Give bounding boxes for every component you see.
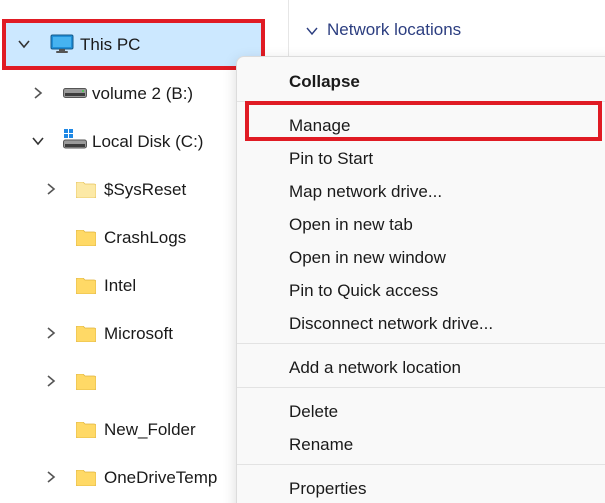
nav-item-label: Intel <box>104 276 137 295</box>
menu-item-label: Pin to Quick access <box>289 281 439 300</box>
chevron-down-icon[interactable] <box>305 24 319 38</box>
menu-item-pin-quick-access[interactable]: Pin to Quick access <box>241 274 605 304</box>
nav-item-unnamed-folder[interactable] <box>0 360 265 404</box>
menu-item-add-network-location[interactable]: Add a network location <box>241 351 605 381</box>
menu-item-disconnect-network-drive[interactable]: Disconnect network drive... <box>241 307 605 337</box>
menu-item-label: Properties <box>289 479 367 498</box>
menu-item-label: Delete <box>289 402 339 421</box>
chevron-right-icon[interactable] <box>44 374 58 388</box>
nav-item-label: volume 2 (B:) <box>92 84 194 103</box>
menu-separator <box>237 464 605 465</box>
nav-item-label: Microsoft <box>104 324 173 343</box>
nav-item-microsoft[interactable]: Microsoft <box>0 312 265 356</box>
menu-item-map-network-drive[interactable]: Map network drive... <box>241 175 605 205</box>
menu-item-pin-to-start[interactable]: Pin to Start <box>241 142 605 172</box>
folder-icon <box>76 422 96 438</box>
menu-separator <box>237 387 605 388</box>
menu-item-delete[interactable]: Delete <box>241 395 605 425</box>
nav-item-volume-2[interactable]: volume 2 (B:) <box>0 72 265 116</box>
chevron-down-icon[interactable] <box>31 134 45 148</box>
context-menu: Collapse Manage Pin to Start Map network… <box>236 56 605 503</box>
menu-item-label: Map network drive... <box>289 182 443 201</box>
manage-highlight <box>245 101 602 141</box>
menu-item-label: Collapse <box>289 72 360 91</box>
folder-icon <box>76 326 96 342</box>
chevron-right-icon[interactable] <box>44 470 58 484</box>
menu-item-label: Rename <box>289 435 354 454</box>
chevron-right-icon[interactable] <box>31 86 45 100</box>
file-explorer-window: This PC volume 2 (B:) Local Disk (C:) $S… <box>0 0 605 503</box>
nav-item-intel[interactable]: Intel <box>0 264 265 308</box>
menu-item-label: Disconnect network drive... <box>289 314 494 333</box>
drive-icon <box>63 88 87 98</box>
menu-separator <box>237 343 605 344</box>
menu-item-label: Open in new tab <box>289 215 413 234</box>
nav-item-label: Local Disk (C:) <box>92 132 204 151</box>
nav-item-new-folder[interactable]: New_Folder <box>0 408 265 452</box>
nav-item-label: OneDriveTemp <box>104 468 218 487</box>
nav-item-label: CrashLogs <box>104 228 187 247</box>
menu-item-collapse[interactable]: Collapse <box>241 65 605 95</box>
menu-item-label: Pin to Start <box>289 149 374 168</box>
nav-item-local-disk-c[interactable]: Local Disk (C:) <box>0 120 265 164</box>
nav-item-onedrivetemp[interactable]: OneDriveTemp <box>0 456 265 500</box>
folder-icon <box>76 470 96 486</box>
nav-item-crashlogs[interactable]: CrashLogs <box>0 216 265 260</box>
windows-drive-icon <box>63 129 87 149</box>
folder-icon <box>76 182 96 198</box>
section-header-label: Network locations <box>327 20 462 39</box>
folder-icon <box>76 374 96 390</box>
folder-icon <box>76 230 96 246</box>
navigation-pane: This PC volume 2 (B:) Local Disk (C:) $S… <box>0 0 272 503</box>
nav-item-sysreset[interactable]: $SysReset <box>0 168 265 212</box>
nav-item-label: New_Folder <box>104 420 196 439</box>
menu-item-label: Open in new window <box>289 248 446 267</box>
menu-item-label: Add a network location <box>289 358 461 377</box>
menu-item-open-new-tab[interactable]: Open in new tab <box>241 208 605 238</box>
menu-item-properties[interactable]: Properties <box>241 472 605 502</box>
menu-item-open-new-window[interactable]: Open in new window <box>241 241 605 271</box>
chevron-right-icon[interactable] <box>44 326 58 340</box>
folder-icon <box>76 278 96 294</box>
chevron-right-icon[interactable] <box>44 182 58 196</box>
menu-item-rename[interactable]: Rename <box>241 428 605 458</box>
nav-item-label: $SysReset <box>104 180 187 199</box>
this-pc-highlight <box>2 19 265 70</box>
